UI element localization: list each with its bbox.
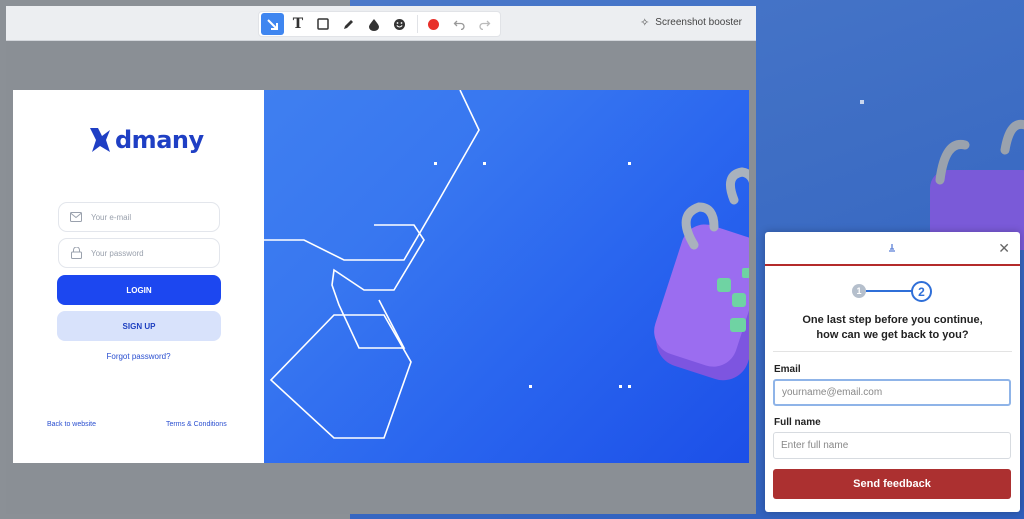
login-panel: dmany Your e-mail Your password LOGIN SI… [13,90,264,463]
emoji-tool-button[interactable] [388,13,411,35]
emoji-icon [393,18,405,30]
email-label: Email [774,364,801,375]
record-color-dot [428,18,440,30]
calendar-illustration [654,167,749,381]
annotation-toolbar: T [258,11,501,37]
brand-name: dmany [115,126,204,154]
brand-logo: dmany [88,126,204,154]
forgot-password-link[interactable]: Forgot password? [13,352,264,361]
lock-icon [69,246,83,260]
booster-label: Screenshot booster [655,17,742,28]
screenshot-editor: T ✧ Screenshot booster dmany Your e-mail… [6,6,756,514]
step-2-indicator: 2 [911,281,932,302]
mail-icon [69,210,83,224]
rectangle-icon [317,18,330,30]
blur-tool-button[interactable] [362,13,385,35]
text-icon: T [292,16,304,32]
email-placeholder: Your e-mail [91,212,132,222]
text-tool-button[interactable]: T [286,13,309,35]
email-field[interactable]: Your e-mail [58,202,220,232]
feedback-widget: ✕ 1 2 One last step before you continue,… [765,232,1020,512]
pencil-icon [344,19,354,29]
step-1-indicator: 1 [852,284,866,298]
hexagon-pattern [264,90,749,439]
color-picker-button[interactable] [422,13,445,35]
full-name-input[interactable]: Enter full name [773,432,1011,459]
close-icon[interactable]: ✕ [998,240,1010,257]
arrow-tool-button[interactable] [261,13,285,35]
feedback-email-input[interactable]: yourname@email.com [773,379,1011,406]
login-button[interactable]: LOGIN [57,275,221,305]
brand-mark-icon [90,128,110,152]
rectangle-tool-button[interactable] [312,13,335,35]
undo-button[interactable] [447,13,470,35]
full-name-placeholder: Enter full name [781,440,849,451]
calendar-illustration-bg [930,119,1024,250]
arrow-icon [267,18,279,30]
screenshot-booster-button[interactable]: ✧ Screenshot booster [640,16,742,29]
widget-header: ✕ [765,232,1020,266]
redo-icon [479,20,491,30]
signup-button[interactable]: SIGN UP [57,311,221,341]
widget-divider [773,351,1012,352]
password-placeholder: Your password [91,248,144,258]
undo-icon [453,20,465,30]
question-line-1: One last step before you continue, [802,314,983,326]
background-dot [860,100,864,104]
send-feedback-button[interactable]: Send feedback [773,469,1011,499]
editor-toolbar-bar: T ✧ Screenshot booster [6,6,756,41]
step-connector [866,290,912,292]
toolbar-divider [417,15,419,33]
hero-illustration [264,90,749,463]
question-line-2: how can we get back to you? [816,329,969,341]
feedback-email-placeholder: yourname@email.com [782,387,883,398]
redo-button[interactable] [473,13,496,35]
widget-logo-icon [889,244,895,252]
drop-icon [369,18,380,31]
sparkle-icon: ✧ [640,17,650,29]
back-to-website-link[interactable]: Back to website [47,421,96,428]
terms-link[interactable]: Terms & Conditions [166,421,227,428]
captured-login-page: dmany Your e-mail Your password LOGIN SI… [13,90,749,463]
pencil-tool-button[interactable] [337,13,360,35]
full-name-label: Full name [774,417,821,428]
password-field[interactable]: Your password [58,238,220,268]
